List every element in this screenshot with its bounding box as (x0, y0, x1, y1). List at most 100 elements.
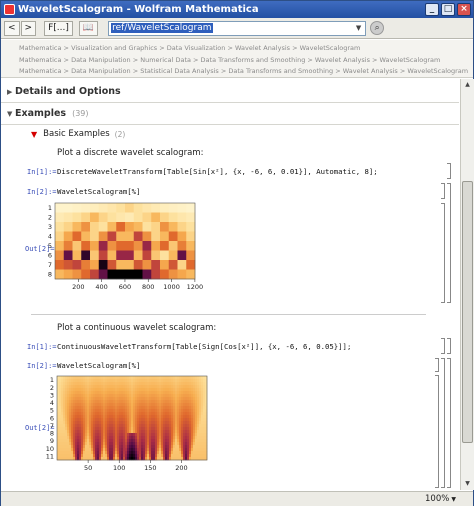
scalogram-cell (109, 406, 112, 410)
cell-bracket[interactable] (441, 183, 445, 199)
scalogram-cell (185, 391, 188, 395)
heatmap-cell (142, 203, 152, 213)
input-cell[interactable]: ContinuousWaveletTransform[Table[Sign[Co… (57, 342, 351, 351)
basic-examples-header[interactable]: ▼ Basic Examples (2) (31, 129, 125, 139)
scalogram-cell (117, 433, 120, 437)
scalogram-cell (65, 409, 68, 413)
close-button[interactable]: × (457, 3, 471, 16)
heatmap-cell (63, 250, 73, 261)
scalogram-cell (121, 421, 124, 425)
scalogram-cell (147, 418, 150, 422)
cell-bracket[interactable] (435, 375, 439, 488)
book-icon[interactable]: 📖 (78, 20, 99, 36)
scalogram-cell (145, 406, 148, 410)
scalogram-cell (73, 454, 76, 458)
scalogram-cell (75, 391, 78, 395)
scalogram-cell (133, 382, 136, 386)
breadcrumb-line[interactable]: Mathematica > Visualization and Graphics… (19, 43, 473, 55)
scalogram-cell (93, 376, 96, 380)
scalogram-cell (151, 436, 154, 440)
details-section-header[interactable]: ▶ Details and Options (1, 81, 459, 103)
x-tick-label: 600 (119, 283, 131, 291)
group-bracket[interactable] (447, 338, 451, 354)
input-cell[interactable]: WaveletScalogram[%] (57, 361, 140, 370)
scalogram-cell (135, 418, 138, 422)
maximize-button[interactable]: □ (441, 3, 455, 16)
scalogram-cell (155, 382, 158, 386)
scalogram-cell (163, 403, 166, 407)
scalogram-cell (133, 454, 136, 458)
vertical-scrollbar[interactable]: ▲ ▼ (460, 79, 474, 490)
cell-bracket[interactable] (441, 358, 445, 488)
scalogram-cell (113, 403, 116, 407)
zoom-menu[interactable]: 100% ▼ (425, 494, 456, 504)
function-navigator-button[interactable]: F[...] (44, 20, 73, 36)
scalogram-cell (107, 439, 110, 443)
heatmap-cell (98, 203, 108, 213)
scalogram-cell (185, 436, 188, 440)
scalogram-cell (183, 454, 186, 458)
search-icon[interactable]: ⌕ (370, 21, 385, 35)
scalogram-cell (71, 427, 74, 431)
cell-bracket[interactable] (441, 203, 445, 303)
breadcrumb-line[interactable]: Mathematica > Data Manipulation > Numeri… (19, 55, 473, 67)
scalogram-cell (73, 421, 76, 425)
scalogram-cell (57, 403, 60, 407)
cell-bracket[interactable] (435, 358, 439, 372)
scalogram-cell (81, 397, 84, 401)
scrollbar-thumb[interactable] (462, 181, 473, 443)
input-cell[interactable]: DiscreteWaveletTransform[Table[Sin[x²], … (57, 167, 378, 176)
scalogram-cell (179, 409, 182, 413)
scalogram-cell (157, 379, 160, 383)
breadcrumb-line[interactable]: Mathematica > Data Manipulation > Statis… (19, 66, 473, 77)
scalogram-cell (151, 454, 154, 458)
scalogram-cell (129, 442, 132, 446)
scalogram-cell (131, 451, 134, 455)
examples-section-header[interactable]: ▼ Examples (39) (1, 103, 459, 125)
scalogram-cell (91, 415, 94, 419)
scalogram-cell (181, 442, 184, 446)
scalogram-cell (81, 424, 84, 428)
scroll-down-icon[interactable]: ▼ (461, 478, 474, 490)
scalogram-cell (93, 388, 96, 392)
minimize-button[interactable]: _ (425, 3, 439, 16)
address-field[interactable]: ref/WaveletScalogram ▼ (108, 20, 367, 36)
scalogram-cell (193, 415, 196, 419)
scalogram-cell (65, 382, 68, 386)
scalogram-cell (83, 433, 86, 437)
scalogram-cell (95, 424, 98, 428)
scalogram-cell (109, 448, 112, 452)
scroll-up-icon[interactable]: ▲ (461, 79, 474, 91)
scalogram-cell (109, 427, 112, 431)
chevron-down-icon[interactable]: ▼ (353, 23, 364, 34)
group-bracket[interactable] (447, 183, 451, 303)
scalogram-cell (201, 400, 204, 404)
scalogram-cell (157, 433, 160, 437)
scalogram-cell (121, 445, 124, 449)
scalogram-cell (187, 442, 190, 446)
group-bracket[interactable] (447, 358, 451, 488)
scalogram-cell (155, 394, 158, 398)
scalogram-cell (99, 436, 102, 440)
scalogram-cell (189, 451, 192, 455)
back-button[interactable]: < (4, 20, 20, 36)
scalogram-cell (167, 436, 170, 440)
heatmap-cell (72, 203, 82, 213)
scalogram-cell (61, 421, 64, 425)
cell-bracket[interactable] (441, 338, 445, 354)
heatmap-cell (168, 231, 178, 242)
forward-button[interactable]: > (20, 20, 37, 36)
input-cell[interactable]: WaveletScalogram[%] (57, 187, 140, 196)
scalogram-cell (127, 436, 130, 440)
scalogram-cell (121, 403, 124, 407)
scalogram-cell (187, 424, 190, 428)
scalogram-cell (79, 394, 82, 398)
scalogram-cell (143, 379, 146, 383)
y-tick-label: 1 (48, 204, 52, 212)
scalogram-cell (111, 406, 114, 410)
scalogram-cell (57, 436, 60, 440)
scalogram-cell (85, 397, 88, 401)
scalogram-cell (171, 430, 174, 434)
cell-bracket[interactable] (447, 163, 451, 179)
scalogram-cell (107, 451, 110, 455)
